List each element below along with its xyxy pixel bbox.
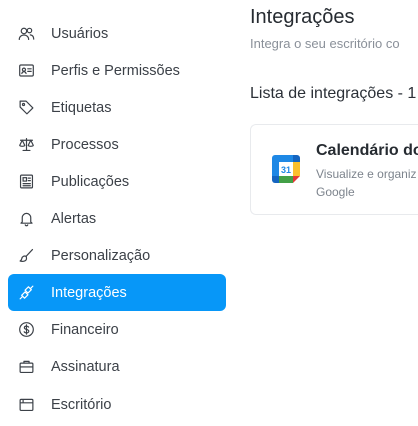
tag-icon (17, 99, 35, 117)
briefcase-icon (17, 358, 35, 376)
integration-card-description: Visualize e organiz Google (316, 165, 418, 201)
sidebar-item-integracoes[interactable]: Integrações (8, 274, 226, 311)
id-card-icon (17, 62, 35, 80)
sidebar-item-label: Escritório (51, 396, 112, 413)
folder-icon (17, 396, 35, 414)
sidebar-item-etiquetas[interactable]: Etiquetas (8, 89, 226, 126)
main-content: Integrações Integra o seu escritório co … (250, 0, 418, 426)
sidebar-item-label: Usuários (51, 25, 109, 42)
plug-icon (17, 284, 35, 302)
bell-icon (17, 210, 35, 228)
brush-icon (17, 247, 35, 265)
sidebar-item-escritorio[interactable]: Escritório (8, 386, 226, 423)
page-subtitle: Integra o seu escritório co (250, 36, 400, 51)
sidebar-item-label: Publicações (51, 173, 130, 190)
sidebar-item-perfis[interactable]: Perfis e Permissões (8, 52, 226, 89)
sidebar-item-label: Perfis e Permissões (51, 62, 180, 79)
dollar-circle-icon (17, 321, 35, 339)
sidebar-item-personalizacao[interactable]: Personalização (8, 237, 226, 274)
sidebar-item-label: Integrações (51, 284, 127, 301)
sidebar-item-label: Assinatura (51, 358, 120, 375)
sidebar-item-usuarios[interactable]: Usuários (8, 15, 226, 52)
users-icon (17, 25, 35, 43)
sidebar-item-label: Alertas (51, 210, 97, 227)
sidebar-item-label: Financeiro (51, 321, 119, 338)
sidebar-item-label: Etiquetas (51, 99, 112, 116)
integration-card-google-calendar[interactable]: 31 Calendário do Visualize e organiz Goo… (250, 124, 418, 215)
integration-card-description-line2: Google (316, 185, 355, 199)
sidebar-item-label: Personalização (51, 247, 151, 264)
sidebar-item-assinatura[interactable]: Assinatura (8, 348, 226, 385)
page-title: Integrações (250, 6, 355, 28)
sidebar: Usuários Perfis e Permissões Etiquetas P… (0, 0, 234, 426)
integration-card-description-line1: Visualize e organiz (316, 167, 417, 181)
sidebar-item-label: Processos (51, 136, 119, 153)
scale-icon (17, 136, 35, 154)
integration-card-title: Calendário do (316, 142, 418, 159)
sidebar-item-processos[interactable]: Processos (8, 126, 226, 163)
newspaper-icon (17, 173, 35, 191)
google-calendar-icon: 31 (271, 154, 301, 184)
sidebar-item-alertas[interactable]: Alertas (8, 200, 226, 237)
integrations-list-heading: Lista de integrações - 1 (250, 85, 417, 102)
calendar-day-number: 31 (281, 165, 291, 175)
sidebar-item-publicacoes[interactable]: Publicações (8, 163, 226, 200)
sidebar-item-financeiro[interactable]: Financeiro (8, 311, 226, 348)
